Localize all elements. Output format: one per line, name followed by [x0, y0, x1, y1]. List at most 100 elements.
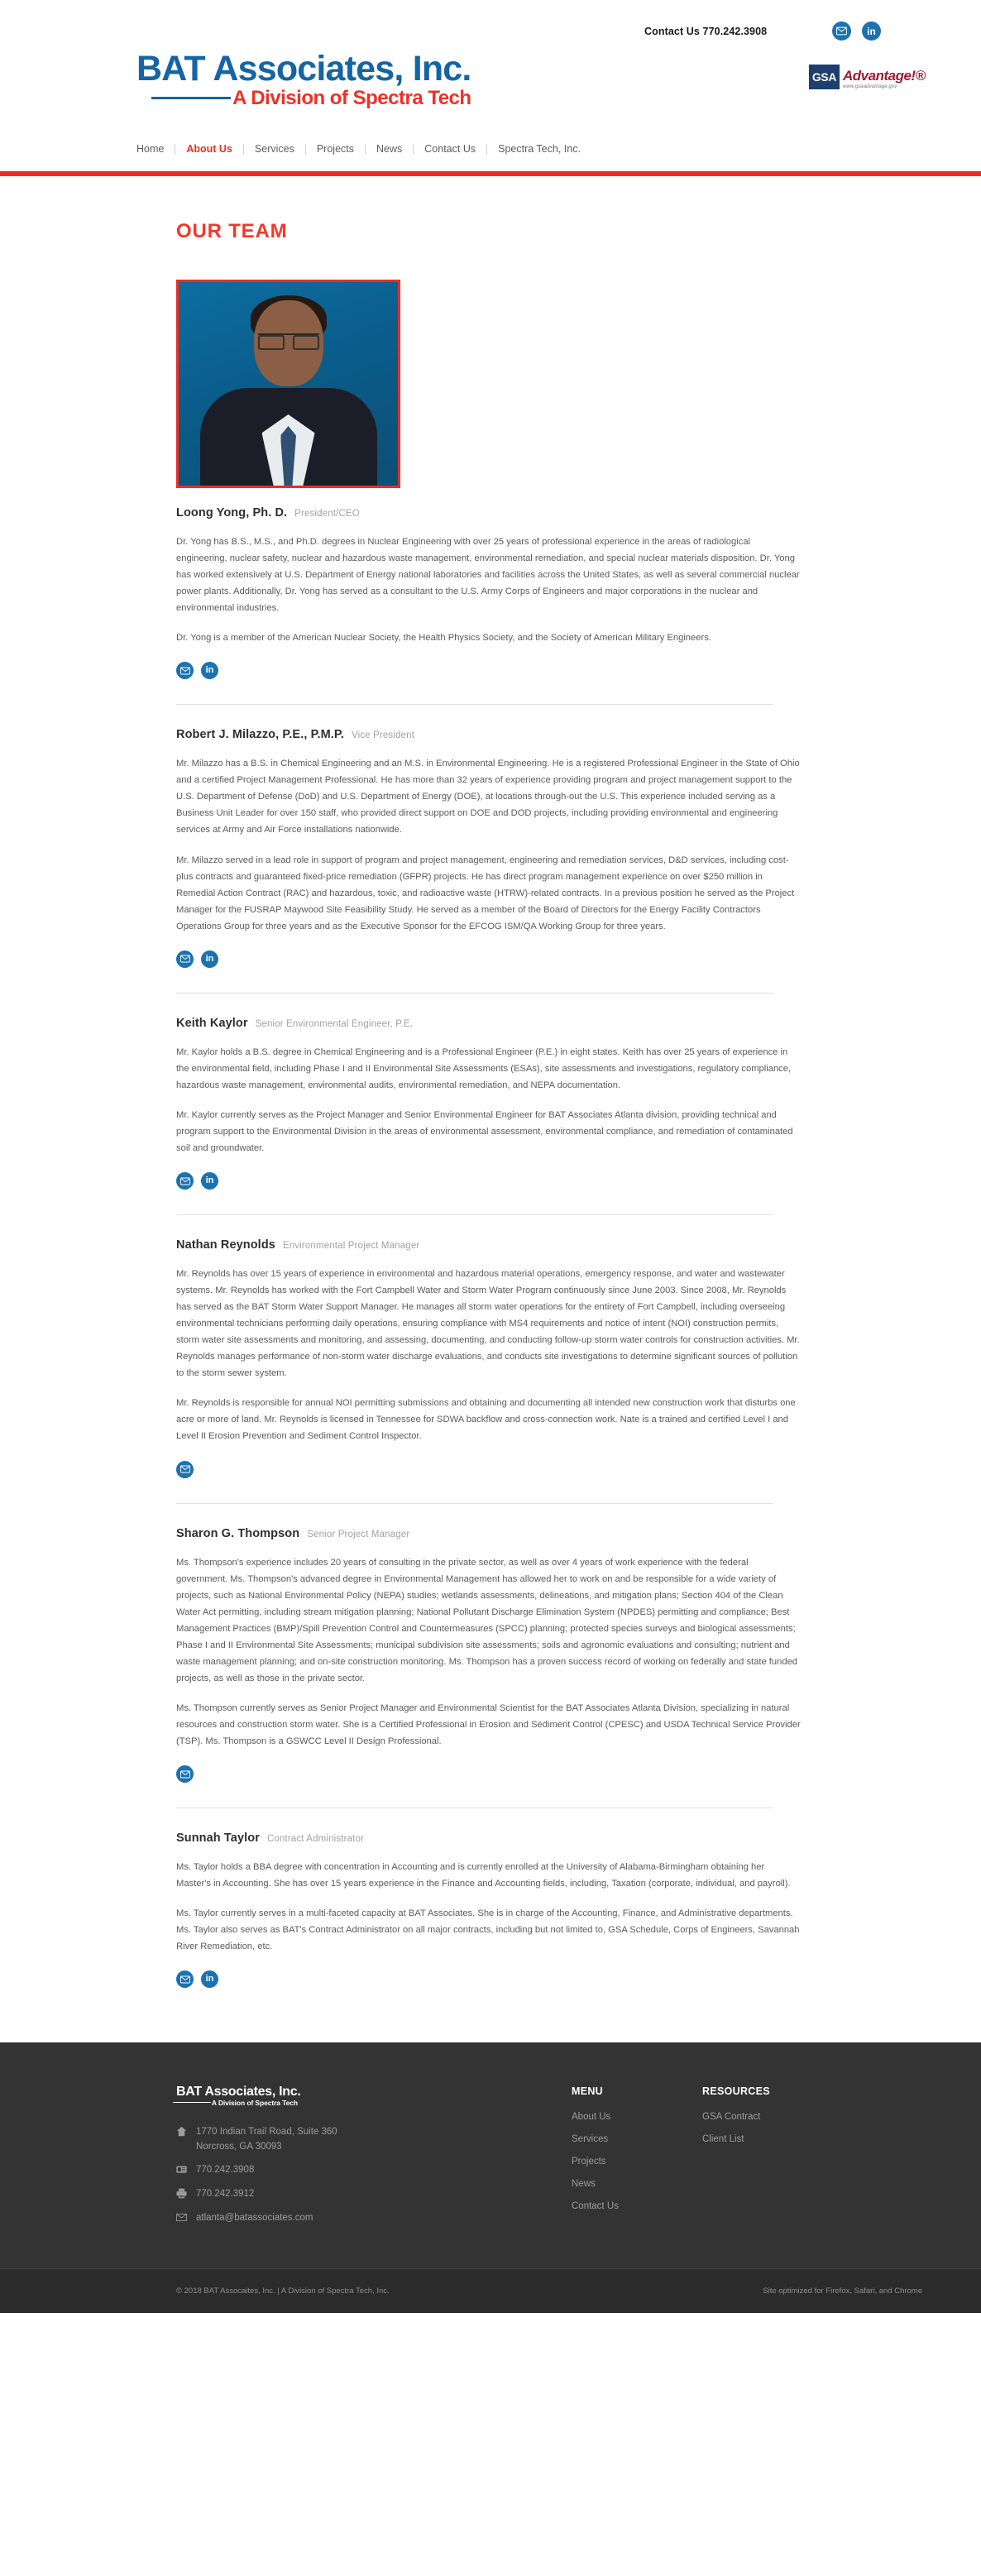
team-member-role: Contract Administrator [266, 1834, 365, 1845]
team-member-header: Robert J. Milazzo, P.E., P.M.P. Vice Pres… [176, 728, 801, 741]
mail-icon[interactable] [176, 1172, 194, 1190]
gsa-box-label: GSA [809, 65, 840, 89]
team-member-bio-paragraph: Mr. Milazzo has a B.S. in Chemical Engin… [176, 759, 800, 836]
copyright-text: © 2018 BAT Assocaites, Inc. | A Division… [176, 2286, 390, 2296]
team-member-name: Keith Kaylor [176, 1016, 248, 1030]
linkedin-icon[interactable]: in [201, 1172, 218, 1190]
footer-logo-rule [172, 2101, 211, 2104]
main-content: OUR TEAM Loong Yong, Ph. D. President/CEO… [52, 180, 929, 1989]
mail-icon[interactable] [176, 1970, 194, 1989]
footer-logo-tagline: A Division of Spectra Tech [211, 2099, 298, 2108]
footer-brand-column: BAT Associates, Inc. A Division of Spect… [172, 2085, 466, 2235]
footer-resource-link-client-list[interactable]: Client List [702, 2134, 868, 2144]
printer-icon [176, 2187, 192, 2199]
team-member-role: Vice President [351, 730, 414, 741]
site-logo[interactable]: BAT Associates, Inc. A Division of Spect… [136, 51, 471, 108]
team-member-social-links [176, 1765, 801, 1784]
team-list: Loong Yong, Ph. D. President/CEO Dr. Yong … [176, 280, 801, 1989]
gsa-advantage-logo[interactable]: GSA Advantage!® www.gsaadvantage.gov [809, 65, 926, 89]
team-member: Loong Yong, Ph. D. President/CEO Dr. Yong … [176, 280, 801, 680]
team-member-header: Sharon G. Thompson Senior Project Manager [176, 1527, 801, 1540]
mail-icon[interactable] [176, 1765, 194, 1784]
mail-icon[interactable] [176, 1460, 194, 1478]
nav-item-contact-us[interactable]: Contact Us [414, 144, 486, 155]
footer-menu-link-projects[interactable]: Projects [572, 2157, 696, 2167]
team-member-name: Sharon G. Thompson [176, 1526, 300, 1540]
footer-email: atlanta@batassociates.com [196, 2213, 313, 2223]
nav-item-services[interactable]: Services [244, 144, 305, 155]
team-member-name: Sunnah Taylor [176, 1831, 260, 1846]
section-divider [176, 1502, 773, 1504]
footer-menu-link-contact-us[interactable]: Contact Us [572, 2201, 696, 2211]
nav-item-about-us[interactable]: About Us [175, 144, 243, 155]
site-header: BAT Associates, Inc. A Division of Spect… [0, 0, 981, 180]
linkedin-icon[interactable]: in [862, 22, 881, 41]
team-member-bio-paragraph: Ms. Thompson currently serves as Senior … [176, 1702, 801, 1746]
team-member-bio-paragraph: Dr. Yong is a member of the American Nuc… [176, 633, 711, 644]
linkedin-icon[interactable]: in [201, 1970, 218, 1989]
nav-item-spectra-tech-inc[interactable]: Spectra Tech, Inc. [487, 144, 591, 155]
team-member: Sharon G. Thompson Senior Project Manager… [176, 1527, 801, 1784]
site-footer: BAT Associates, Inc. A Division of Spect… [0, 2042, 981, 2268]
team-member: Keith Kaylor Senior Environmental Enginee… [176, 1017, 801, 1190]
logo-rule [151, 96, 232, 99]
footer-resources-links: GSA Contract Client List [702, 2112, 868, 2144]
team-member: Robert J. Milazzo, P.E., P.M.P. Vice Pres… [176, 728, 801, 968]
footer-menu-link-services[interactable]: Services [572, 2134, 696, 2144]
team-member-name: Loong Yong, Ph. D. [176, 506, 288, 520]
team-member-social-links: in [176, 1970, 801, 1989]
phone-icon [176, 2163, 192, 2175]
team-member-social-links: in [176, 1172, 801, 1190]
footer-resources-heading: RESOURCES [702, 2085, 770, 2098]
nav-item-projects[interactable]: Projects [306, 144, 365, 155]
mail-icon[interactable] [176, 662, 194, 680]
footer-fax: 770.242.3912 [196, 2189, 255, 2200]
logo-tagline: A Division of Spectra Tech [232, 87, 471, 109]
team-member-bio-paragraph: Mr. Milazzo served in a lead role in sup… [176, 855, 795, 931]
footer-resource-link-gsa-contract[interactable]: GSA Contract [702, 2112, 868, 2122]
team-member-bio-paragraph: Ms. Thompson's experience includes 20 ye… [176, 1557, 798, 1683]
mail-icon[interactable] [176, 950, 194, 968]
footer-address-line1: 1770 Indian Trail Road, Suite 360 [196, 2126, 337, 2137]
footer-phone-item[interactable]: 770.242.3908 [176, 2163, 466, 2178]
envelope-icon [176, 2211, 192, 2223]
team-member: Nathan Reynolds Environmental Project Man… [176, 1238, 801, 1478]
nav-item-home[interactable]: Home [136, 144, 175, 155]
team-member-role: Environmental Project Manager [282, 1241, 420, 1252]
header-social-links: in [832, 22, 881, 41]
footer-logo[interactable]: BAT Associates, Inc. A Division of Spect… [172, 2085, 466, 2108]
team-member-role: Senior Project Manager [307, 1529, 410, 1539]
team-member-header: Loong Yong, Ph. D. President/CEO [176, 506, 801, 520]
section-divider [176, 1214, 773, 1216]
nav-item-news[interactable]: News [366, 144, 413, 155]
team-member-bio-paragraph: Mr. Reynolds has over 15 years of experi… [176, 1269, 800, 1379]
gsa-advantage-label: Advantage!® [843, 68, 926, 84]
mail-icon[interactable] [832, 22, 851, 41]
team-member-role: Senior Environmental Engineer, P.E. [255, 1018, 414, 1029]
footer-phone: 770.242.3908 [196, 2165, 255, 2176]
section-divider [176, 704, 773, 706]
team-member-bio-paragraph: Ms. Taylor holds a BBA degree with conce… [176, 1862, 791, 1889]
home-icon [176, 2125, 192, 2137]
team-member-photo [176, 280, 400, 488]
team-member-name: Nathan Reynolds [176, 1238, 275, 1252]
linkedin-icon[interactable]: in [201, 950, 218, 968]
footer-logo-company-name: BAT Associates, Inc. [176, 2085, 301, 2100]
team-member-role: President/CEO [294, 509, 360, 519]
team-member-bio-paragraph: Dr. Yong has B.S., M.S., and Ph.D. degre… [176, 537, 800, 614]
team-member-header: Nathan Reynolds Environmental Project Man… [176, 1238, 801, 1252]
team-member-bio-paragraph: Mr. Kaylor holds a B.S. degree in Chemic… [176, 1046, 792, 1090]
footer-bottom-bar: © 2018 BAT Assocaites, Inc. | A Division… [0, 2267, 981, 2313]
footer-menu-link-about-us[interactable]: About Us [572, 2112, 696, 2122]
team-member-social-links: in [176, 662, 801, 680]
footer-menu-link-news[interactable]: News [572, 2179, 696, 2189]
linkedin-icon[interactable]: in [201, 662, 218, 680]
team-member-header: Keith Kaylor Senior Environmental Enginee… [176, 1017, 801, 1030]
footer-menu-heading: MENU [572, 2085, 604, 2098]
team-member-name: Robert J. Milazzo, P.E., P.M.P. [176, 728, 344, 742]
header-contact-text[interactable]: Contact Us 770.242.3908 [644, 26, 767, 37]
section-divider [176, 992, 773, 994]
footer-address-item: 1770 Indian Trail Road, Suite 360 Norcro… [176, 2125, 466, 2155]
footer-email-item[interactable]: atlanta@batassociates.com [176, 2211, 466, 2226]
team-member-bio-paragraph: Ms. Taylor currently serves in a multi-f… [176, 1908, 800, 1952]
